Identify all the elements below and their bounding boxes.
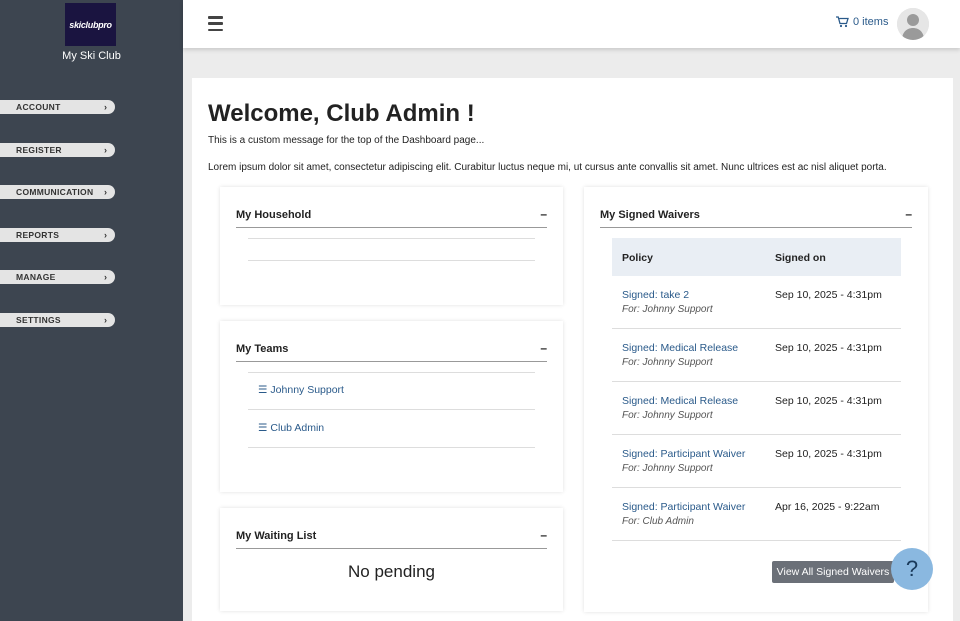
column-header-signed-on: Signed on (775, 252, 826, 264)
waiver-link[interactable]: Signed: Medical Release (622, 395, 738, 407)
waiver-for: For: Johnny Support (622, 357, 713, 368)
view-all-waivers-button[interactable]: View All Signed Waivers (772, 561, 894, 583)
card-title: My Teams (236, 343, 289, 355)
empty-state: No pending (348, 562, 435, 581)
avatar[interactable] (897, 8, 929, 40)
waiver-link[interactable]: Signed: Medical Release (622, 342, 738, 354)
cart-icon (836, 16, 849, 28)
team-name: Johnny Support (270, 384, 344, 396)
cart-count: 0 items (853, 16, 889, 28)
chevron-right-icon: › (104, 315, 107, 325)
card-title: My Household (236, 209, 312, 221)
sidebar-item-reports[interactable]: REPORTS › (0, 228, 115, 242)
collapse-icon[interactable]: – (540, 342, 547, 354)
page-title: Welcome, Club Admin ! (208, 100, 475, 127)
sidebar-item-label: REGISTER (16, 145, 62, 155)
collapse-icon[interactable]: – (540, 529, 547, 541)
card-title: My Signed Waivers (600, 209, 700, 221)
table-row: Signed: Participant Waiver For: Johnny S… (612, 435, 901, 488)
chevron-right-icon: › (104, 102, 107, 112)
table-row: Signed: take 2 For: Johnny Support Sep 1… (612, 276, 901, 329)
waiver-date: Sep 10, 2025 - 4:31pm (775, 342, 882, 354)
divider (248, 238, 535, 239)
card-header: My Household – (236, 208, 547, 228)
divider (248, 260, 535, 261)
sidebar-item-label: REPORTS (16, 230, 60, 240)
waiver-for: For: Club Admin (622, 516, 694, 527)
chevron-right-icon: › (104, 272, 107, 282)
topbar: 0 items (183, 0, 960, 48)
column-header-policy: Policy (622, 252, 653, 264)
waiver-date: Sep 10, 2025 - 4:31pm (775, 289, 882, 301)
waiver-link[interactable]: Signed: take 2 (622, 289, 689, 301)
list-icon: ☰ (258, 384, 268, 396)
table-row: Signed: Medical Release For: Johnny Supp… (612, 329, 901, 382)
waiver-for: For: Johnny Support (622, 463, 713, 474)
cart-link[interactable]: 0 items (836, 16, 888, 28)
waiver-link[interactable]: Signed: Participant Waiver (622, 448, 745, 460)
waiver-for: For: Johnny Support (622, 304, 713, 315)
card-header: My Teams – (236, 342, 547, 362)
team-name: Club Admin (270, 422, 325, 434)
sidebar-item-communication[interactable]: COMMUNICATION › (0, 185, 115, 199)
sidebar-item-register[interactable]: REGISTER › (0, 143, 115, 157)
waiting-list-card: My Waiting List – No pending (220, 508, 563, 611)
waiver-date: Apr 16, 2025 - 9:22am (775, 501, 880, 513)
team-link[interactable]: ☰ Johnny Support (258, 384, 344, 396)
table-row: Signed: Medical Release For: Johnny Supp… (612, 382, 901, 435)
logo-text: skiclubpro (69, 19, 112, 30)
signed-waivers-card: My Signed Waivers – Policy Signed on Sig… (584, 187, 928, 612)
user-icon (897, 8, 929, 40)
sidebar: skiclubpro My Ski Club ACCOUNT › REGISTE… (0, 0, 183, 621)
sidebar-item-manage[interactable]: MANAGE › (0, 270, 115, 284)
waiver-date: Sep 10, 2025 - 4:31pm (775, 395, 882, 407)
card-title: My Waiting List (236, 530, 317, 542)
sidebar-item-label: COMMUNICATION (16, 187, 94, 197)
collapse-icon[interactable]: – (540, 208, 547, 220)
sidebar-item-label: MANAGE (16, 272, 56, 282)
team-link[interactable]: ☰ Club Admin (258, 422, 324, 434)
waiver-for: For: Johnny Support (622, 410, 713, 421)
intro-text: Lorem ipsum dolor sit amet, consectetur … (208, 162, 887, 173)
chevron-right-icon: › (104, 187, 107, 197)
list-icon: ☰ (258, 422, 268, 434)
custom-message: This is a custom message for the top of … (208, 135, 485, 146)
sidebar-item-label: ACCOUNT (16, 102, 61, 112)
divider (248, 372, 535, 373)
card-header: My Signed Waivers – (600, 208, 912, 228)
table-header: Policy Signed on (612, 238, 901, 276)
chevron-right-icon: › (104, 145, 107, 155)
dashboard-panel: Welcome, Club Admin ! This is a custom m… (192, 78, 953, 621)
sidebar-item-settings[interactable]: SETTINGS › (0, 313, 115, 327)
club-name: My Ski Club (62, 50, 121, 62)
waiver-link[interactable]: Signed: Participant Waiver (622, 501, 745, 513)
sidebar-item-account[interactable]: ACCOUNT › (0, 100, 115, 114)
divider (248, 409, 535, 410)
divider (248, 447, 535, 448)
teams-card: My Teams – ☰ Johnny Support ☰ Club Admin (220, 321, 563, 492)
sidebar-item-label: SETTINGS (16, 315, 61, 325)
collapse-icon[interactable]: – (905, 208, 912, 220)
table-row: Signed: Participant Waiver For: Club Adm… (612, 488, 901, 541)
chevron-right-icon: › (104, 230, 107, 240)
help-button[interactable]: ? (891, 548, 933, 590)
household-card: My Household – (220, 187, 563, 305)
waiver-date: Sep 10, 2025 - 4:31pm (775, 448, 882, 460)
club-logo[interactable]: skiclubpro (65, 3, 116, 46)
card-header: My Waiting List – (236, 529, 547, 549)
menu-toggle-icon[interactable] (208, 16, 223, 31)
